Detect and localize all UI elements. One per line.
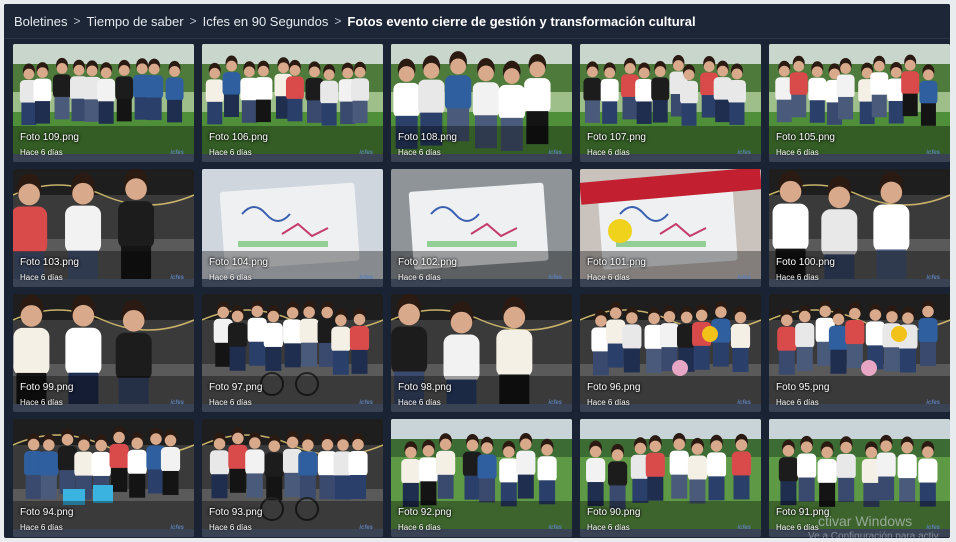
icfes-logo: icfes [926, 400, 940, 406]
photo-file-name: Foto 94.png [20, 507, 74, 518]
photo-tile[interactable]: Foto 99.png Hace 6 días icfes [13, 294, 194, 412]
photo-modified-date: Hace 6 días [209, 273, 252, 282]
icfes-logo: icfes [548, 400, 562, 406]
photo-tile[interactable]: Foto 102.png Hace 6 días icfes [391, 169, 572, 287]
gallery-window: Boletines > Tiempo de saber > Icfes en 9… [4, 4, 950, 538]
breadcrumb: Boletines > Tiempo de saber > Icfes en 9… [4, 4, 950, 39]
photo-tile[interactable]: Foto 103.png Hace 6 días icfes [13, 169, 194, 287]
breadcrumb-item-icfes-90-segundos[interactable]: Icfes en 90 Segundos [203, 14, 329, 29]
photo-modified-date: Hace 6 días [776, 523, 819, 532]
photo-tile[interactable]: Foto 107.png Hace 6 días icfes [580, 44, 761, 162]
photo-file-name: Foto 93.png [209, 507, 263, 518]
photo-file-name: Foto 104.png [209, 257, 268, 268]
icfes-logo: icfes [737, 150, 751, 156]
icfes-logo: icfes [170, 150, 184, 156]
breadcrumb-current-folder: Fotos evento cierre de gestión y transfo… [347, 13, 696, 29]
photo-tile[interactable]: Foto 94.png Hace 6 días icfes [13, 419, 194, 537]
photo-file-name: Foto 106.png [209, 132, 268, 143]
photo-file-name: Foto 99.png [20, 382, 74, 393]
icfes-logo: icfes [737, 525, 751, 531]
photo-tile[interactable]: Foto 92.png Hace 6 días icfes [391, 419, 572, 537]
photo-tile[interactable]: Foto 95.png Hace 6 días icfes [769, 294, 950, 412]
photo-modified-date: Hace 6 días [209, 398, 252, 407]
photo-modified-date: Hace 6 días [20, 148, 63, 157]
photo-tile[interactable]: Foto 96.png Hace 6 días icfes [580, 294, 761, 412]
photo-modified-date: Hace 6 días [587, 148, 630, 157]
photo-tile[interactable]: Foto 93.png Hace 6 días icfes [202, 419, 383, 537]
photo-modified-date: Hace 6 días [776, 148, 819, 157]
photo-file-name: Foto 90.png [587, 507, 641, 518]
photo-modified-date: Hace 6 días [776, 273, 819, 282]
icfes-logo: icfes [926, 150, 940, 156]
photo-modified-date: Hace 6 días [587, 273, 630, 282]
photo-tile[interactable]: Foto 91.png Hace 6 días icfes [769, 419, 950, 537]
icfes-logo: icfes [359, 525, 373, 531]
icfes-logo: icfes [737, 400, 751, 406]
photo-tile[interactable]: Foto 100.png Hace 6 días icfes [769, 169, 950, 287]
photo-file-name: Foto 96.png [587, 382, 641, 393]
photo-tile[interactable]: Foto 109.png Hace 6 días icfes [13, 44, 194, 162]
photo-file-name: Foto 101.png [587, 257, 646, 268]
photo-modified-date: Hace 6 días [398, 398, 441, 407]
icfes-logo: icfes [548, 150, 562, 156]
icfes-logo: icfes [359, 275, 373, 281]
photo-file-name: Foto 95.png [776, 382, 830, 393]
chevron-right-icon: > [334, 14, 342, 28]
icfes-logo: icfes [548, 275, 562, 281]
photo-modified-date: Hace 6 días [209, 148, 252, 157]
chevron-right-icon: > [73, 14, 81, 28]
icfes-logo: icfes [926, 275, 940, 281]
icfes-logo: icfes [548, 525, 562, 531]
icfes-logo: icfes [170, 525, 184, 531]
photo-file-name: Foto 109.png [20, 132, 79, 143]
breadcrumb-item-tiempo-de-saber[interactable]: Tiempo de saber [87, 14, 184, 29]
photo-tile[interactable]: Foto 97.png Hace 6 días icfes [202, 294, 383, 412]
icfes-logo: icfes [359, 400, 373, 406]
photo-modified-date: Hace 6 días [587, 398, 630, 407]
photo-modified-date: Hace 6 días [20, 398, 63, 407]
photo-modified-date: Hace 6 días [20, 273, 63, 282]
photo-file-name: Foto 108.png [398, 132, 457, 143]
photo-file-name: Foto 91.png [776, 507, 830, 518]
photo-grid: Foto 109.png Hace 6 días icfes Foto 106.pn… [13, 44, 950, 537]
breadcrumb-item-boletines[interactable]: Boletines [14, 14, 67, 29]
photo-tile[interactable]: Foto 101.png Hace 6 días icfes [580, 169, 761, 287]
icfes-logo: icfes [737, 275, 751, 281]
icfes-logo: icfes [926, 525, 940, 531]
photo-file-name: Foto 97.png [209, 382, 263, 393]
photo-modified-date: Hace 6 días [209, 523, 252, 532]
photo-modified-date: Hace 6 días [20, 523, 63, 532]
photo-modified-date: Hace 6 días [398, 273, 441, 282]
photo-tile[interactable]: Foto 106.png Hace 6 días icfes [202, 44, 383, 162]
photo-tile[interactable]: Foto 105.png Hace 6 días icfes [769, 44, 950, 162]
photo-file-name: Foto 92.png [398, 507, 452, 518]
photo-tile[interactable]: Foto 90.png Hace 6 días icfes [580, 419, 761, 537]
photo-modified-date: Hace 6 días [398, 148, 441, 157]
icfes-logo: icfes [170, 400, 184, 406]
icfes-logo: icfes [170, 275, 184, 281]
photo-file-name: Foto 105.png [776, 132, 835, 143]
photo-file-name: Foto 103.png [20, 257, 79, 268]
photo-modified-date: Hace 6 días [776, 398, 819, 407]
photo-tile[interactable]: Foto 104.png Hace 6 días icfes [202, 169, 383, 287]
icfes-logo: icfes [359, 150, 373, 156]
photo-tile[interactable]: Foto 108.png Hace 6 días icfes [391, 44, 572, 162]
photo-tile[interactable]: Foto 98.png Hace 6 días icfes [391, 294, 572, 412]
photo-modified-date: Hace 6 días [587, 523, 630, 532]
chevron-right-icon: > [189, 14, 197, 28]
photo-file-name: Foto 98.png [398, 382, 452, 393]
photo-file-name: Foto 107.png [587, 132, 646, 143]
photo-file-name: Foto 100.png [776, 257, 835, 268]
photo-modified-date: Hace 6 días [398, 523, 441, 532]
photo-file-name: Foto 102.png [398, 257, 457, 268]
